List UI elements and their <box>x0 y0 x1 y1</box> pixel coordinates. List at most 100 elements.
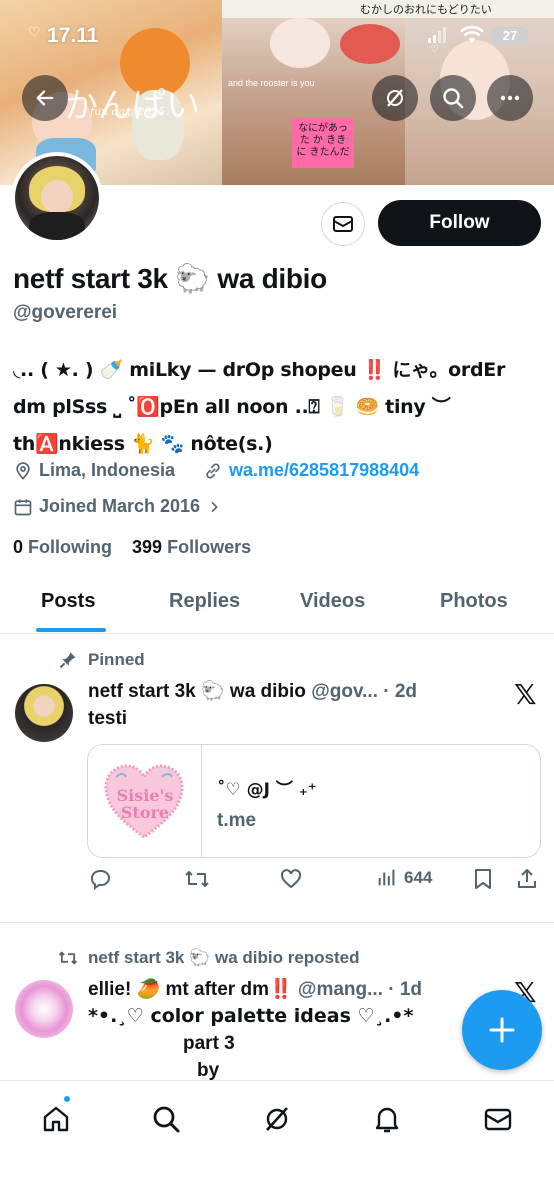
share-button[interactable] <box>515 867 539 891</box>
post-divider <box>0 922 554 923</box>
profile-tabs: Posts Replies Videos Photos <box>0 572 554 634</box>
plus-icon <box>489 1017 515 1043</box>
pin-icon <box>59 652 76 669</box>
post-header[interactable]: ellie! 🥭 mt after dm‼️ @mang... · 1d <box>88 977 508 1001</box>
repost-icon <box>185 871 209 887</box>
tab-posts[interactable]: Posts <box>41 590 95 613</box>
envelope-icon <box>484 1108 512 1131</box>
repost-icon <box>58 951 78 965</box>
banner-figure <box>270 18 330 68</box>
back-button[interactable] <box>22 75 68 121</box>
card-image-text: Sisie's Store <box>116 786 174 822</box>
post-text: by <box>197 1060 220 1081</box>
banner-deco-text: and the rooster is you <box>228 78 315 88</box>
nav-home[interactable] <box>36 1099 76 1139</box>
post-author-name: netf start 3k 🐑 wa dibio <box>88 681 306 702</box>
banner-caption: むかしのおれにもどりたい <box>360 3 492 16</box>
battery-indicator: 27 <box>492 27 528 45</box>
banner-note: なにがあった か ききに きたんだ <box>292 118 354 168</box>
profile-handle: @govererei <box>13 302 118 323</box>
reply-icon <box>90 870 110 890</box>
post-text: part 3 <box>183 1033 235 1054</box>
location-text: Lima, Indonesia <box>39 460 176 480</box>
follow-button[interactable]: Follow <box>378 200 541 246</box>
more-dots-icon <box>500 95 520 101</box>
grok-button[interactable] <box>372 75 418 121</box>
post-meta: @mang... · 1d <box>297 979 423 1000</box>
search-icon <box>443 88 464 109</box>
location-pin-icon <box>16 461 30 480</box>
bookmark-button[interactable] <box>472 867 494 891</box>
bio-line: th🅰️nkiess 🐈 🐾 nôte(s.) <box>13 433 273 455</box>
bio-line: ◟.. ( ★. ) 🍼 miLky — drOp shopeu ‼️ にゃ。o… <box>13 359 506 381</box>
bio-line: dm plSss ⎵ ˚🅾️pEn all noon ..⍰ 🥛 🥯 tiny … <box>13 396 451 418</box>
link-card[interactable]: Sisie's Store ˚♡ @J ︶ ₊⁺ t.me <box>87 744 541 858</box>
following-link[interactable]: 0 Following <box>13 537 112 557</box>
joined-text: Joined March 2016 <box>39 496 201 516</box>
post-avatar[interactable] <box>15 980 73 1038</box>
views-icon <box>378 869 395 886</box>
more-button[interactable] <box>487 75 533 121</box>
bottom-navigation <box>0 1080 554 1200</box>
heart-icon: ♡ <box>28 24 41 40</box>
pinned-text: Pinned <box>88 650 145 669</box>
share-icon <box>518 869 536 888</box>
views-button[interactable]: 644 <box>376 867 432 889</box>
like-button[interactable] <box>279 867 303 891</box>
followers-link[interactable]: 399 Followers <box>132 537 251 557</box>
banner-deco-text: fun day, 2025. <box>90 105 169 118</box>
profile-joined[interactable]: Joined March 2016 <box>13 496 222 517</box>
nav-messages[interactable] <box>478 1099 518 1139</box>
heart-icon: ♡ <box>430 44 439 55</box>
follow-counts: 0 Following 399 Followers <box>13 537 251 558</box>
reply-button[interactable] <box>88 867 112 891</box>
tab-replies[interactable]: Replies <box>169 590 240 613</box>
bell-icon <box>375 1107 399 1133</box>
tab-photos[interactable]: Photos <box>440 590 508 613</box>
nav-notifications[interactable] <box>367 1099 407 1139</box>
profile-avatar[interactable] <box>11 152 103 244</box>
post-header[interactable]: netf start 3k 🐑 wa dibio @gov... · 2d <box>88 679 508 703</box>
pinned-label: Pinned <box>58 650 145 670</box>
grok-icon <box>387 89 403 107</box>
nav-search[interactable] <box>146 1099 186 1139</box>
notification-dot <box>62 1094 72 1104</box>
card-title: ˚♡ @J ︶ ₊⁺ <box>217 780 317 800</box>
repost-label: netf start 3k 🐑 wa dibio reposted <box>58 948 360 968</box>
signal-icon <box>428 27 446 43</box>
search-button[interactable] <box>430 75 476 121</box>
wifi-icon <box>460 26 484 43</box>
banner-deco-text: かんぱい <box>64 86 200 126</box>
post-actions: 644 <box>88 867 543 897</box>
home-icon <box>43 1106 69 1132</box>
post-text: testi <box>88 708 128 729</box>
heart-icon <box>280 869 302 889</box>
profile-location: Lima, Indonesia <box>13 460 175 481</box>
post-text: *•.¸♡ color palette ideas ♡¸.•* <box>88 1005 414 1027</box>
tab-videos[interactable]: Videos <box>300 590 365 613</box>
card-domain: t.me <box>217 810 257 831</box>
website-link[interactable]: wa.me/6285817988404 <box>229 460 419 481</box>
post-avatar[interactable] <box>15 684 73 742</box>
post-author-name: ellie! 🥭 mt after dm‼️ <box>88 979 293 1000</box>
avatar-photo <box>15 156 99 240</box>
grok-icon <box>266 1107 288 1131</box>
calendar-icon <box>14 499 32 515</box>
x-logo-icon: 𝕏 <box>514 678 537 711</box>
envelope-icon <box>333 216 353 232</box>
profile-bio: ◟.. ( ★. ) 🍼 miLky — drOp shopeu ‼️ にゃ。o… <box>13 352 543 463</box>
arrow-left-icon <box>36 90 54 106</box>
repost-button[interactable] <box>184 867 210 891</box>
chevron-right-icon <box>211 501 218 512</box>
search-icon <box>153 1106 180 1133</box>
profile-display-name: netf start 3k 🐑 wa dibio <box>13 263 327 294</box>
status-time: 17.11 <box>47 24 99 47</box>
banner-figure <box>340 24 400 64</box>
active-tab-indicator <box>36 628 106 632</box>
card-thumbnail: Sisie's Store <box>88 745 202 857</box>
nav-grok[interactable] <box>257 1099 297 1139</box>
post-meta: @gov... · 2d <box>311 681 417 702</box>
profile-website[interactable]: wa.me/6285817988404 <box>203 460 419 481</box>
compose-post-button[interactable] <box>462 990 542 1070</box>
message-button[interactable] <box>321 202 365 246</box>
